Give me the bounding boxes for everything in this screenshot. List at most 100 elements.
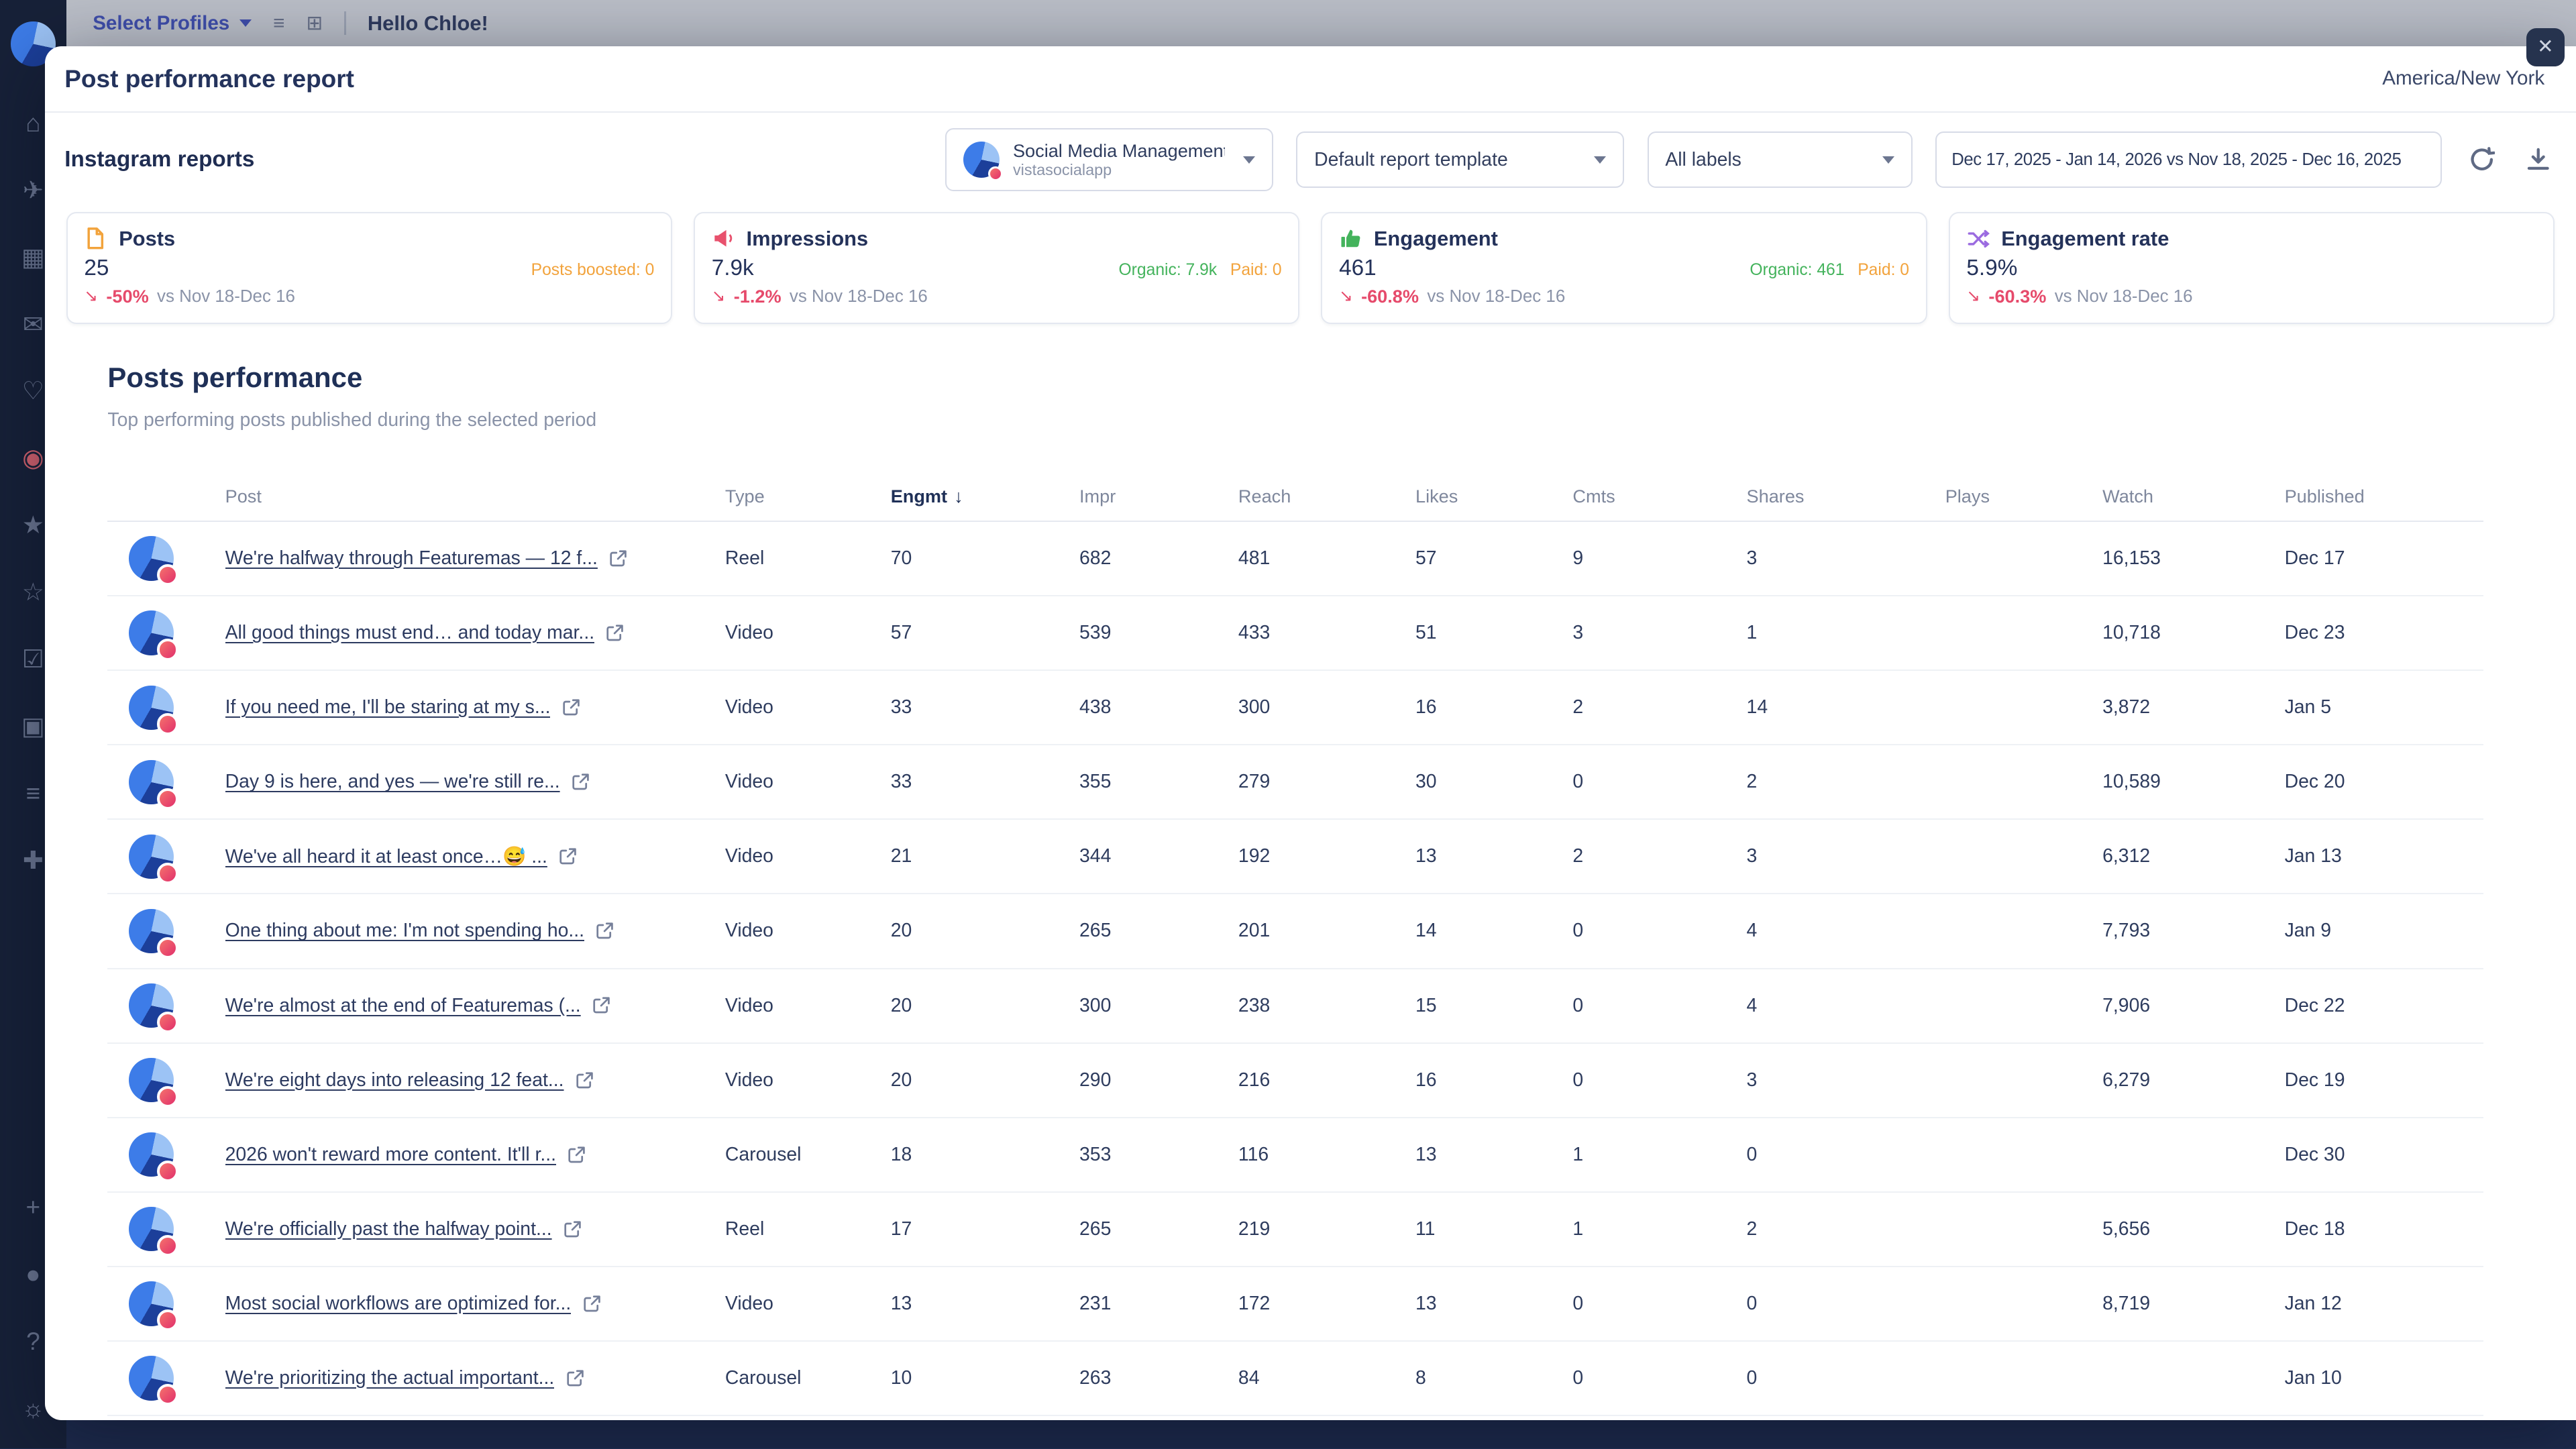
greeting-text: Hello Chloe! bbox=[368, 11, 488, 36]
cell-likes: 13 bbox=[1415, 845, 1572, 867]
post-link[interactable]: We're eight days into releasing 12 feat.… bbox=[225, 1069, 564, 1091]
instagram-badge-icon bbox=[157, 639, 178, 660]
instagram-badge-icon bbox=[157, 1235, 178, 1256]
cell-likes: 14 bbox=[1415, 920, 1572, 942]
card-trend: -60.3% bbox=[1988, 286, 2046, 307]
profile-avatar bbox=[129, 610, 174, 655]
cell-impr: 438 bbox=[1079, 696, 1238, 718]
cell-reach: 201 bbox=[1238, 920, 1415, 942]
cell-cmts: 9 bbox=[1572, 547, 1746, 570]
download-icon[interactable] bbox=[2522, 143, 2555, 176]
table-row: 2026 won't reward more content. It'll r.… bbox=[107, 1118, 2483, 1193]
post-link[interactable]: We're almost at the end of Featuremas (.… bbox=[225, 995, 581, 1017]
profile-avatar bbox=[129, 835, 174, 879]
cell-cmts: 0 bbox=[1572, 995, 1746, 1017]
external-link-icon[interactable] bbox=[564, 1220, 582, 1238]
chevron-down-icon bbox=[1594, 156, 1606, 164]
timezone-label: America/New York bbox=[2382, 67, 2544, 90]
post-link[interactable]: We're halfway through Featuremas — 12 f.… bbox=[225, 547, 598, 570]
grid-view-icon[interactable]: ⊞ bbox=[307, 11, 323, 35]
card-trend: -50% bbox=[106, 286, 148, 307]
cell-engmt: 20 bbox=[891, 995, 1079, 1017]
col-shares[interactable]: Shares bbox=[1747, 486, 1945, 507]
external-link-icon[interactable] bbox=[592, 996, 610, 1014]
col-reach[interactable]: Reach bbox=[1238, 486, 1415, 507]
cell-impr: 300 bbox=[1079, 995, 1238, 1017]
cell-likes: 16 bbox=[1415, 1069, 1572, 1091]
post-cell: We're eight days into releasing 12 feat.… bbox=[225, 1069, 725, 1091]
cell-likes: 15 bbox=[1415, 995, 1572, 1017]
external-link-icon[interactable] bbox=[609, 549, 627, 568]
report-toolbar: Instagram reports Social Media Managemen… bbox=[45, 113, 2576, 207]
select-profiles-button[interactable]: Select Profiles bbox=[93, 12, 252, 35]
report-template-select[interactable]: Default report template bbox=[1296, 131, 1624, 188]
labels-select[interactable]: All labels bbox=[1648, 131, 1913, 188]
profile-select[interactable]: Social Media Management Tool vistasocial… bbox=[945, 128, 1273, 191]
card-label: Engagement bbox=[1374, 227, 1498, 251]
profile-avatar bbox=[129, 1356, 174, 1401]
post-link[interactable]: Day 9 is here, and yes — we're still re.… bbox=[225, 771, 560, 793]
list-view-icon[interactable]: ≡ bbox=[273, 12, 284, 35]
post-link[interactable]: 2026 won't reward more content. It'll r.… bbox=[225, 1144, 556, 1166]
table-row: We're halfway through Featuremas — 12 f.… bbox=[107, 522, 2483, 596]
post-link[interactable]: We're officially past the halfway point.… bbox=[225, 1218, 552, 1240]
post-link[interactable]: One thing about me: I'm not spending ho.… bbox=[225, 920, 584, 942]
posts-performance-title: Posts performance bbox=[107, 362, 2513, 394]
col-published[interactable]: Published bbox=[2285, 486, 2483, 507]
external-link-icon[interactable] bbox=[568, 1146, 586, 1164]
cell-shares: 14 bbox=[1747, 696, 1945, 718]
cell-impr: 265 bbox=[1079, 1218, 1238, 1240]
external-link-icon[interactable] bbox=[606, 624, 624, 642]
col-likes[interactable]: Likes bbox=[1415, 486, 1572, 507]
cell-watch: 7,906 bbox=[2102, 995, 2284, 1017]
refresh-icon[interactable] bbox=[2465, 143, 2498, 176]
cell-engmt: 57 bbox=[891, 622, 1079, 644]
card-vs-period: vs Nov 18-Dec 16 bbox=[157, 287, 295, 307]
post-avatar-cell bbox=[107, 1281, 225, 1326]
post-link[interactable]: Most social workflows are optimized for.… bbox=[225, 1293, 572, 1315]
post-link[interactable]: If you need me, I'll be staring at my s.… bbox=[225, 696, 551, 718]
cell-shares: 2 bbox=[1747, 1218, 1945, 1240]
cell-reach: 433 bbox=[1238, 622, 1415, 644]
external-link-icon[interactable] bbox=[583, 1295, 601, 1313]
profile-avatar bbox=[129, 686, 174, 731]
card-trend: -1.2% bbox=[734, 286, 782, 307]
cell-published: Jan 12 bbox=[2285, 1293, 2483, 1315]
post-link[interactable]: We're prioritizing the actual important.… bbox=[225, 1367, 555, 1389]
cell-engmt: 21 bbox=[891, 845, 1079, 867]
cell-engmt: 13 bbox=[891, 1293, 1079, 1315]
external-link-icon[interactable] bbox=[562, 698, 580, 716]
col-engmt[interactable]: Engmt↓ bbox=[891, 486, 1079, 507]
date-range-input[interactable]: Dec 17, 2025 - Jan 14, 2026 vs Nov 18, 2… bbox=[1935, 131, 2442, 188]
external-link-icon[interactable] bbox=[576, 1071, 594, 1089]
profile-avatar bbox=[129, 909, 174, 954]
post-link[interactable]: All good things must end… and today mar.… bbox=[225, 622, 594, 644]
col-type[interactable]: Type bbox=[725, 486, 891, 507]
profile-avatar bbox=[129, 1058, 174, 1103]
col-post[interactable]: Post bbox=[225, 486, 725, 507]
close-icon[interactable]: ✕ bbox=[2526, 28, 2565, 66]
col-impr[interactable]: Impr bbox=[1079, 486, 1238, 507]
cell-engmt: 20 bbox=[891, 1069, 1079, 1091]
profile-name: Social Media Management Tool bbox=[1013, 140, 1225, 161]
cell-watch: 5,656 bbox=[2102, 1218, 2284, 1240]
post-cell: Day 9 is here, and yes — we're still re.… bbox=[225, 771, 725, 793]
external-link-icon[interactable] bbox=[559, 847, 577, 865]
post-link[interactable]: We've all heard it at least once…😅 ... bbox=[225, 845, 547, 868]
post-cell: We're officially past the halfway point.… bbox=[225, 1218, 725, 1240]
col-watch[interactable]: Watch bbox=[2102, 486, 2284, 507]
card-vs-period: vs Nov 18-Dec 16 bbox=[790, 287, 928, 307]
table-row: If you need me, I'll be staring at my s.… bbox=[107, 671, 2483, 745]
post-avatar-cell bbox=[107, 835, 225, 879]
cell-reach: 279 bbox=[1238, 771, 1415, 793]
metric-cards-row: Posts 25 Posts boosted: 0 ↘ -50% vs Nov … bbox=[45, 207, 2576, 323]
modal-title: Post performance report bbox=[64, 64, 354, 93]
col-plays[interactable]: Plays bbox=[1945, 486, 2102, 507]
table-row: We're officially past the halfway point.… bbox=[107, 1193, 2483, 1267]
external-link-icon[interactable] bbox=[596, 922, 614, 940]
instagram-badge-icon bbox=[157, 937, 178, 959]
col-cmts[interactable]: Cmts bbox=[1572, 486, 1746, 507]
card-title-row: Impressions bbox=[712, 227, 1282, 251]
external-link-icon[interactable] bbox=[566, 1369, 584, 1387]
external-link-icon[interactable] bbox=[572, 773, 590, 791]
